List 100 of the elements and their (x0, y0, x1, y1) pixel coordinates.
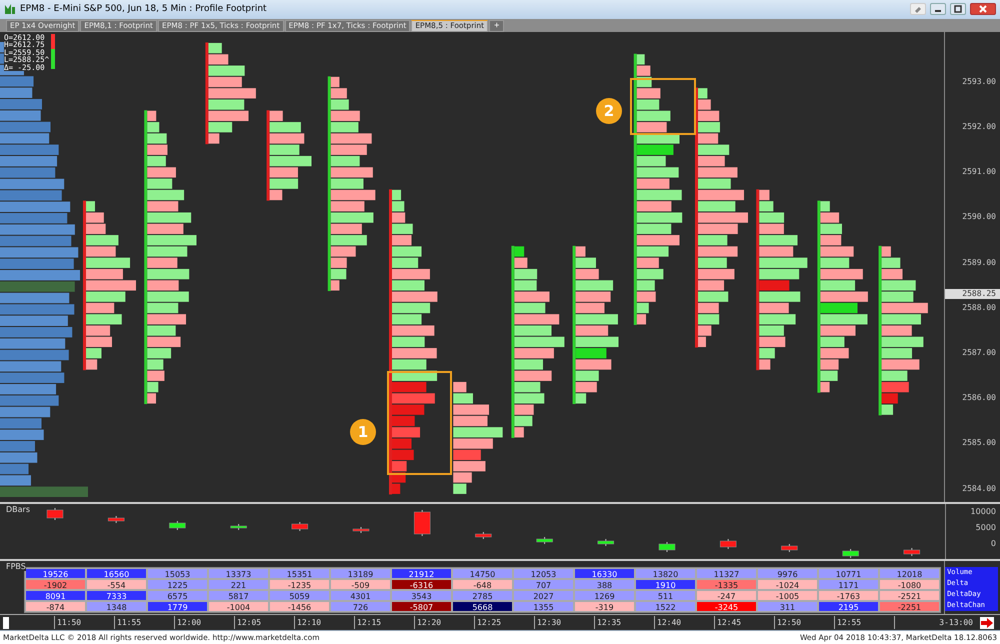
axis-label: 0 (990, 538, 996, 550)
pin-icon (913, 5, 923, 14)
time-label: 12:30 (534, 616, 594, 630)
table-cell: -1235 (269, 579, 330, 590)
maximize-button[interactable] (950, 3, 966, 16)
close-icon (978, 5, 988, 14)
time-label: 11:50 (54, 616, 114, 630)
table-cell: 14750 (452, 568, 513, 580)
table-cell: 1522 (635, 601, 696, 612)
table-cell: 6575 (147, 590, 208, 602)
table-cell: 311 (757, 601, 818, 612)
table-cell: 1355 (513, 601, 574, 612)
price-label: 2586.00 (962, 392, 996, 404)
price-label: 2593.00 (962, 76, 996, 88)
table-cell: -319 (574, 601, 635, 612)
table-cell: 1225 (147, 579, 208, 590)
table-cell: 19526 (25, 568, 86, 580)
time-label: 12:55 (834, 616, 894, 630)
callout-badge: 2 (596, 98, 622, 124)
table-cell: 10771 (818, 568, 879, 580)
table-cell: -1902 (25, 579, 86, 590)
candle (46, 507, 64, 520)
table-cell: 15351 (269, 568, 330, 580)
candle (169, 520, 186, 530)
table-cell: 4301 (330, 590, 391, 602)
table-cell: 13373 (208, 568, 269, 580)
price-label: 2584.00 (962, 482, 996, 495)
axis-label: 5000 (976, 522, 996, 534)
axis-label: 10000 (970, 506, 996, 518)
table-cell: -648 (452, 579, 513, 590)
table-cell: 13189 (330, 568, 391, 580)
price-label: 2588.00 (962, 302, 996, 314)
candle (720, 538, 736, 550)
price-label: 2590.00 (962, 211, 996, 224)
window-title: EPM8 - E-Mini S&P 500, Jun 18, 5 Min : Profile Footprint (20, 4, 267, 14)
table-cell: -247 (696, 590, 757, 602)
highlight-frame (630, 78, 696, 135)
table-cell: 16330 (574, 568, 635, 580)
candle (842, 548, 859, 558)
table-cell: 15053 (147, 568, 208, 580)
price-label: 2587.00 (962, 346, 996, 359)
arrow-right-icon[interactable] (980, 616, 994, 629)
time-label: 12:40 (654, 616, 714, 630)
table-cell: 3543 (391, 590, 452, 602)
time-label: 12:20 (414, 616, 474, 630)
time-label: 12:15 (354, 616, 414, 630)
new-tab-button[interactable]: + (489, 20, 504, 32)
time-label: 12:00 (174, 616, 234, 630)
price-label: 2592.00 (962, 120, 996, 133)
table-cell: 511 (635, 590, 696, 602)
table-cell: 5668 (452, 601, 513, 612)
table-cell: -874 (25, 601, 86, 612)
time-label: 12:35 (594, 616, 654, 630)
range-strip-icon (51, 34, 56, 69)
close-button[interactable] (970, 3, 996, 16)
app-logo-icon (4, 3, 16, 16)
candle (658, 541, 676, 552)
table-cell: 1779 (147, 601, 208, 612)
callout-badge: 1 (350, 418, 376, 445)
candle (414, 509, 430, 536)
table-cell: -2521 (879, 590, 940, 602)
table-cell: -509 (330, 579, 391, 590)
table-cell: 13820 (635, 568, 696, 580)
table-cell: 1910 (635, 579, 696, 590)
table-cell: -554 (86, 579, 147, 590)
candle (292, 521, 308, 532)
table-cell: 2027 (513, 590, 574, 602)
time-label: 12:05 (234, 616, 294, 630)
table-cell: 9976 (757, 568, 818, 580)
scroll-thumb[interactable] (3, 616, 9, 629)
table-cell: -1004 (208, 601, 269, 612)
price-label: 2591.00 (962, 166, 996, 178)
table-cell: 1348 (86, 601, 147, 612)
table-cell: 12053 (513, 568, 574, 580)
table-cell: -2251 (879, 601, 940, 612)
table-cell: 221 (208, 579, 269, 590)
time-label: 12:50 (774, 616, 834, 630)
table-cell: 12018 (879, 568, 940, 580)
maximize-icon (953, 5, 963, 14)
candle (781, 543, 798, 552)
table-cell: 21912 (391, 568, 452, 580)
table-cell: -1080 (879, 579, 940, 590)
time-label: 12:25 (474, 616, 534, 630)
table-cell: 1269 (574, 590, 635, 602)
table-cell: -1024 (757, 579, 818, 590)
panel-title: FPBS (6, 562, 26, 572)
table-cell: -1763 (818, 590, 879, 602)
minimize-button[interactable] (930, 3, 946, 16)
time-label: 3-13:00 (894, 616, 977, 630)
price-label: 2589.00 (962, 256, 996, 269)
panel-title: DBars (6, 504, 30, 514)
table-cell: 5817 (208, 590, 269, 602)
table-cell: -1005 (757, 590, 818, 602)
table-cell: 7333 (86, 590, 147, 602)
table-cell: -1335 (696, 579, 757, 590)
time-label: 11:55 (114, 616, 174, 630)
table-cell: 5059 (269, 590, 330, 602)
table-cell: -5807 (391, 601, 452, 612)
candle (904, 547, 920, 556)
table-cell: 388 (574, 579, 635, 590)
